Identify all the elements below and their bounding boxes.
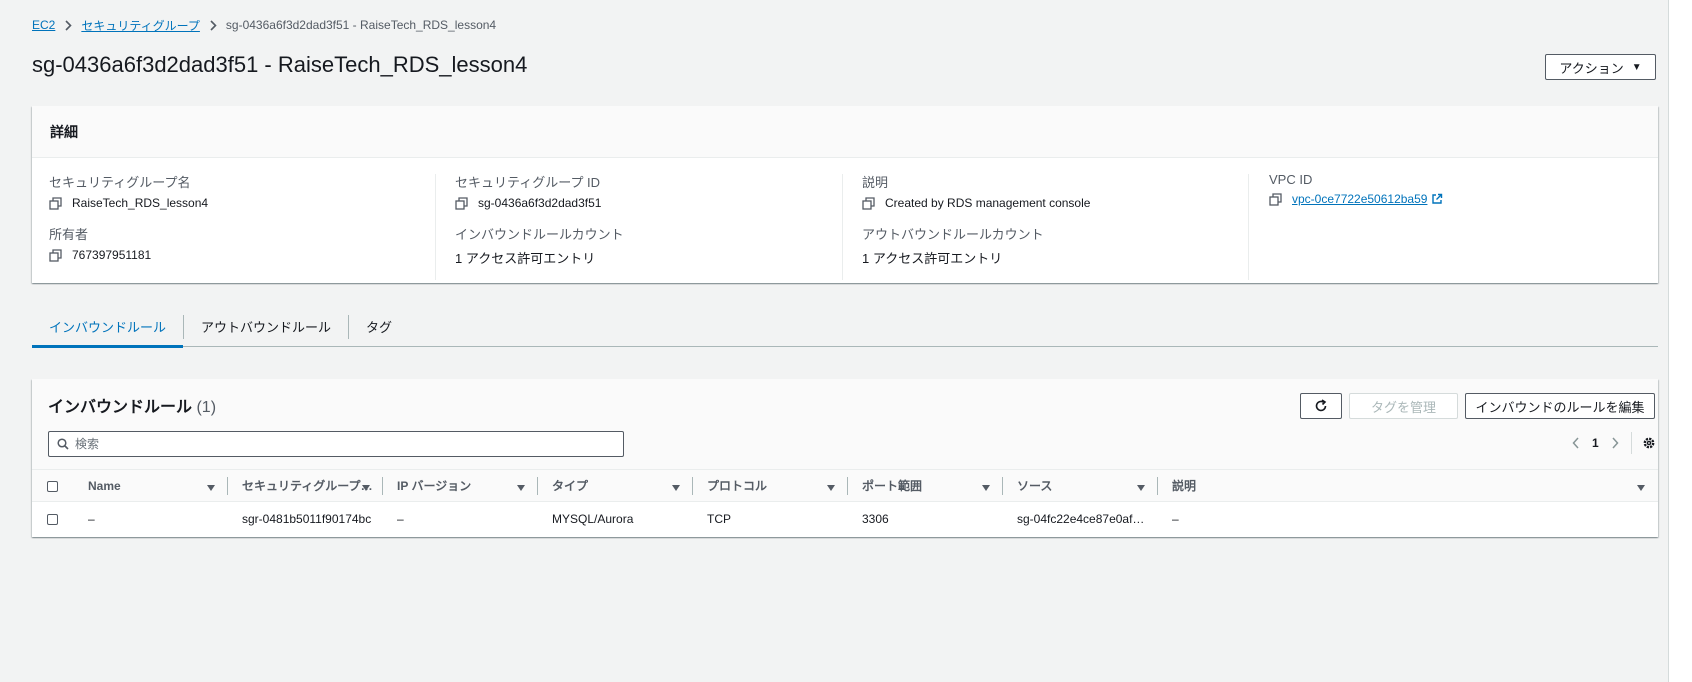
- rule-count: (1): [196, 399, 217, 416]
- field-value: 1 アクセス許可エントリ: [455, 251, 596, 266]
- cell-type: MYSQL/Aurora: [552, 511, 634, 526]
- sort-caret-icon: [1636, 481, 1646, 495]
- field-value: RaiseTech_RDS_lesson4: [72, 196, 209, 210]
- caret-down-icon: ▼: [1631, 61, 1642, 73]
- external-link-icon: [1431, 193, 1443, 205]
- rules-table: Name セキュリティグループルール ID IP バージョン タイプ プロトコル…: [32, 469, 1658, 536]
- select-all-checkbox[interactable]: [47, 480, 58, 492]
- column-header[interactable]: タイプ: [538, 470, 693, 502]
- field-sg-name: セキュリティグループ名 RaiseTech_RDS_lesson4: [49, 172, 208, 210]
- field-label: インバウンドルールカウント: [455, 227, 624, 242]
- breadcrumb: EC2 セキュリティグループ sg-0436a6f3d2dad3f51 - Ra…: [32, 17, 496, 33]
- page-title: sg-0436a6f3d2dad3f51 - RaiseTech_RDS_les…: [32, 52, 528, 77]
- refresh-icon: [1314, 399, 1328, 413]
- field-inbound-count: インバウンドルールカウント 1 アクセス許可エントリ: [455, 224, 624, 267]
- field-description: 説明 Created by RDS management console: [862, 172, 1090, 210]
- cell-port-range: 3306: [862, 511, 889, 526]
- page-number[interactable]: 1: [1592, 436, 1599, 450]
- field-label: 説明: [862, 175, 889, 190]
- field-label: セキュリティグループ ID: [455, 175, 601, 190]
- field-outbound-count: アウトバウンドルールカウント 1 アクセス許可エントリ: [862, 224, 1044, 267]
- divider: [435, 174, 436, 280]
- vpc-id-link[interactable]: vpc-0ce7722e50612ba59: [1292, 192, 1427, 206]
- sort-caret-icon: [826, 481, 836, 495]
- details-panel: 詳細 セキュリティグループ名 RaiseTech_RDS_lesson4 所有者…: [32, 106, 1658, 283]
- column-header[interactable]: IP バージョン: [383, 470, 538, 502]
- sort-caret-icon: [1136, 481, 1146, 495]
- column-header[interactable]: ポート範囲: [848, 470, 1003, 502]
- divider: [1630, 432, 1632, 454]
- sort-caret-icon: [206, 481, 216, 495]
- breadcrumb-ec2[interactable]: EC2: [32, 18, 55, 32]
- column-header[interactable]: 説明: [1158, 470, 1658, 502]
- tab-outbound-rules[interactable]: アウトバウンドルール: [184, 307, 348, 347]
- sort-caret-icon: [671, 481, 681, 495]
- breadcrumb-security-groups[interactable]: セキュリティグループ: [81, 17, 200, 34]
- tab-tags[interactable]: タグ: [349, 307, 409, 347]
- chevron-right-icon[interactable]: [1611, 437, 1619, 449]
- copy-icon[interactable]: [49, 248, 62, 262]
- field-value: sg-0436a6f3d2dad3f51: [478, 196, 602, 210]
- chevron-left-icon[interactable]: [1572, 437, 1580, 449]
- refresh-button[interactable]: [1300, 393, 1342, 419]
- tabs: インバウンドルール アウトバウンドルール タグ: [32, 307, 1658, 348]
- pagination: 1: [1572, 432, 1656, 454]
- column-header[interactable]: プロトコル: [693, 470, 848, 502]
- field-value: 1 アクセス許可エントリ: [862, 251, 1003, 266]
- field-label: 所有者: [49, 227, 89, 242]
- row-checkbox[interactable]: [47, 514, 58, 526]
- copy-icon[interactable]: [1269, 192, 1282, 206]
- copy-icon[interactable]: [49, 196, 62, 210]
- cell-description: –: [1172, 511, 1179, 526]
- column-header[interactable]: ソース: [1003, 470, 1158, 502]
- tab-inbound-rules[interactable]: インバウンドルール: [32, 307, 184, 348]
- column-header[interactable]: Name: [74, 470, 228, 502]
- manage-tags-button[interactable]: タグを管理: [1349, 393, 1458, 419]
- actions-button-label: アクション: [1559, 60, 1624, 76]
- divider: [842, 174, 843, 280]
- row-select-cell: [32, 502, 74, 536]
- panel-title: インバウンドルール (1): [48, 393, 216, 417]
- inbound-rules-panel: インバウンドルール (1) タグを管理 インバウンドのルールを編集 1: [32, 379, 1658, 537]
- settings-icon[interactable]: [1642, 436, 1656, 450]
- cell-source: sg-04fc22e4ce87e0af…: [1017, 511, 1145, 526]
- details-header: 詳細: [32, 106, 1658, 158]
- actions-button[interactable]: アクション ▼: [1545, 54, 1656, 80]
- cell-name: –: [88, 511, 95, 526]
- column-header[interactable]: セキュリティグループルール ID: [228, 470, 383, 502]
- field-owner: 所有者 767397951181: [49, 224, 151, 262]
- sort-caret-icon: [516, 481, 526, 495]
- breadcrumb-current: sg-0436a6f3d2dad3f51 - RaiseTech_RDS_les…: [225, 18, 497, 32]
- panel-title-text: インバウンドルール: [48, 399, 193, 416]
- field-vpc-id: VPC ID vpc-0ce7722e50612ba59: [1269, 172, 1443, 206]
- select-all-cell: [32, 470, 74, 502]
- table-header-row: Name セキュリティグループルール ID IP バージョン タイプ プロトコル…: [32, 469, 1658, 502]
- field-label: VPC ID: [1269, 172, 1313, 187]
- divider: [1248, 174, 1249, 280]
- sort-caret-icon: [981, 481, 991, 495]
- field-sg-id: セキュリティグループ ID sg-0436a6f3d2dad3f51: [455, 172, 601, 210]
- chevron-right-icon: [64, 19, 72, 31]
- cell-ip-version: –: [397, 511, 404, 526]
- edit-inbound-rules-button[interactable]: インバウンドのルールを編集: [1465, 393, 1655, 419]
- cell-rule-id: sgr-0481b5011f90174bc: [242, 511, 372, 526]
- field-value: 767397951181: [72, 248, 152, 262]
- cell-protocol: TCP: [707, 511, 731, 526]
- side-panel-edge: [1668, 0, 1692, 682]
- field-label: アウトバウンドルールカウント: [862, 227, 1044, 242]
- search-icon: [57, 438, 69, 450]
- sort-caret-icon: [361, 481, 371, 495]
- copy-icon[interactable]: [862, 196, 875, 210]
- search-field: [48, 431, 624, 457]
- field-label: セキュリティグループ名: [49, 175, 191, 190]
- chevron-right-icon: [209, 19, 217, 31]
- field-value: Created by RDS management console: [885, 196, 1091, 210]
- copy-icon[interactable]: [455, 196, 468, 210]
- table-row[interactable]: – sgr-0481b5011f90174bc – MYSQL/Aurora T…: [32, 502, 1658, 536]
- search-input[interactable]: [75, 437, 595, 451]
